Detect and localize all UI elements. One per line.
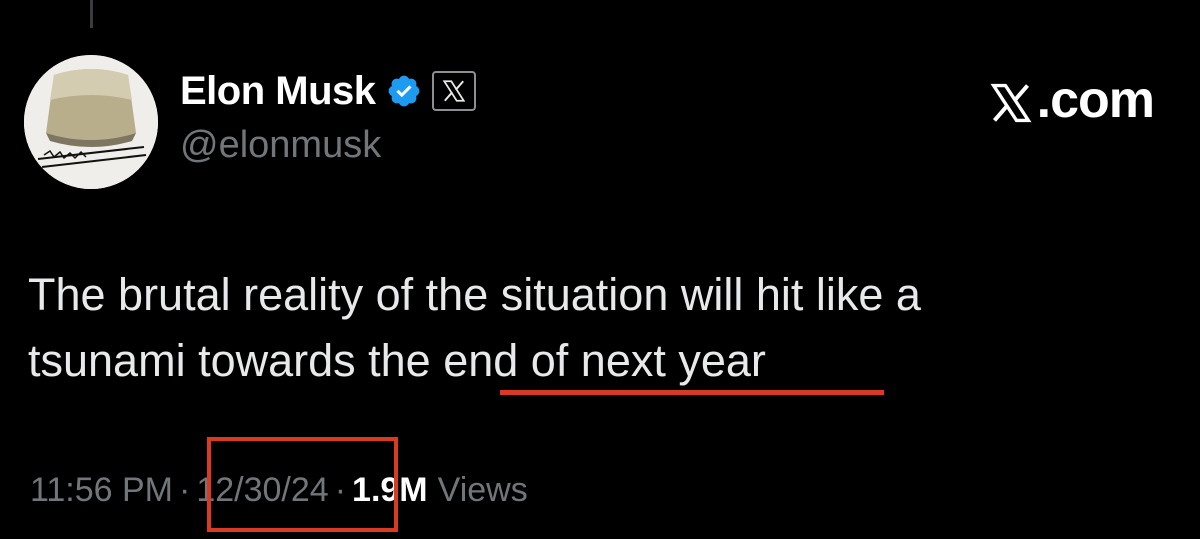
site-brand-label: .com	[1036, 71, 1155, 129]
verified-badge-icon[interactable]	[386, 73, 422, 109]
tweet-text-line: The brutal reality of the situation will…	[28, 269, 921, 320]
avatar[interactable]	[24, 55, 158, 189]
x-affiliate-badge-icon[interactable]	[431, 71, 476, 111]
x-logo-icon	[442, 80, 465, 102]
tweet-time[interactable]: 11:56 PM	[30, 471, 173, 510]
views-label: Views	[437, 470, 528, 509]
thread-connector-line	[90, 0, 93, 28]
author-handle[interactable]: @elonmusk	[180, 124, 381, 167]
meta-separator: ·	[179, 470, 191, 509]
author-name-row: Elon Musk	[180, 68, 476, 114]
x-logo-icon	[989, 78, 1033, 123]
tweet-text: The brutal reality of the situation will…	[28, 262, 1158, 394]
author-display-name[interactable]: Elon Musk	[180, 69, 376, 114]
tweet-text-line: tsunami towards the end of next year	[28, 335, 766, 386]
red-underline-annotation	[500, 390, 884, 395]
red-box-annotation	[207, 437, 398, 532]
avatar-image	[24, 55, 158, 189]
site-brand-logo: .com	[989, 70, 1155, 130]
